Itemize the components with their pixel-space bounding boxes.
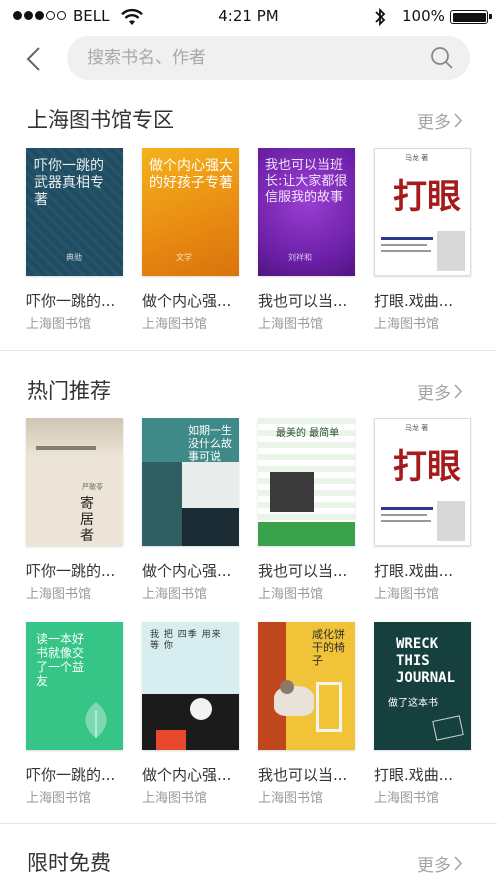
cover-title: 做个内心强大的好孩子专著 [149,158,233,191]
book-card[interactable]: 打眼 马龙 著 打眼.戏曲... 上海图书馆 [374,418,471,602]
book-card[interactable]: 我也可以当班长:让大家都很信服我的故事 刘祥和 我也可以当... 上海图书馆 [258,148,355,332]
cover-author: 马龙 著 [405,154,429,162]
section-title-library: 上海图书馆专区 [27,108,174,132]
book-title: 我也可以当... [258,766,348,784]
cover-title: 咸化饼干的椅子 [312,628,345,667]
book-title: 做个内心强... [142,562,232,580]
book-title: 打眼.戏曲... [374,292,454,310]
more-button-popular[interactable]: 更多 [417,379,463,404]
cover-author: 文学 [176,253,192,262]
cover-title: WRECK THIS JOURNAL [396,636,456,686]
book-source: 上海图书馆 [258,587,324,602]
more-label: 更多 [417,856,451,876]
cover-author: 做了这本书 [388,698,438,709]
book-card[interactable]: 如期一生没什么故事可说 做个内心强... 上海图书馆 [142,418,239,602]
book-source: 上海图书馆 [26,587,92,602]
book-cover: 咸化饼干的椅子 [258,622,355,750]
section-divider [0,350,497,351]
section-title-popular: 热门推荐 [27,379,111,403]
book-source: 上海图书馆 [374,317,440,332]
more-label: 更多 [417,113,451,133]
cover-author: 马龙 著 [405,424,429,432]
cover-title: 我也可以当班长:让大家都很信服我的故事 [265,158,348,205]
book-title: 我也可以当... [258,562,348,580]
book-cover: 打眼 马龙 著 [374,148,471,276]
book-cover: 打眼 马龙 著 [374,418,471,546]
battery-percentage: 100% [402,7,445,25]
book-source: 上海图书馆 [258,791,324,806]
book-source: 上海图书馆 [258,317,324,332]
book-cover: 我也可以当班长:让大家都很信服我的故事 刘祥和 [258,148,355,276]
book-card[interactable]: 咸化饼干的椅子 我也可以当... 上海图书馆 [258,622,355,806]
book-card[interactable]: 做个内心强大的好孩子专著 文学 做个内心强... 上海图书馆 [142,148,239,332]
status-bar: BELL 4:21 PM 100% [0,0,497,34]
section-divider [0,823,497,824]
cover-author: 刘祥和 [288,253,312,262]
book-source: 上海图书馆 [142,587,208,602]
cover-title: 打眼 [393,177,461,217]
book-source: 上海图书馆 [26,791,92,806]
bluetooth-icon [375,7,386,27]
book-card[interactable]: 寄居者 严歌苓 吓你一跳的... 上海图书馆 [26,418,123,602]
book-title: 做个内心强... [142,766,232,784]
book-title: 我也可以当... [258,292,348,310]
book-source: 上海图书馆 [142,317,208,332]
search-icon[interactable] [430,46,454,70]
book-cover: WRECK THIS JOURNAL 做了这本书 [374,622,471,750]
cover-title: 吓你一跳的武器真相专著 [34,158,104,208]
book-card[interactable]: 我 把 四季 用来 等 你 做个内心强... 上海图书馆 [142,622,239,806]
book-title: 做个内心强... [142,292,232,310]
search-input[interactable] [87,36,417,80]
more-label: 更多 [417,384,451,404]
book-cover: 做个内心强大的好孩子专著 文学 [142,148,239,276]
book-title: 打眼.戏曲... [374,562,454,580]
book-cover: 我 把 四季 用来 等 你 [142,622,239,750]
book-cover: 如期一生没什么故事可说 [142,418,239,546]
book-source: 上海图书馆 [26,317,92,332]
search-bar[interactable] [67,36,470,80]
book-title: 打眼.戏曲... [374,766,454,784]
more-button-library[interactable]: 更多 [417,108,463,133]
more-button-free[interactable]: 更多 [417,851,463,876]
book-source: 上海图书馆 [374,791,440,806]
cover-title: 最美的 最简单 [276,428,340,439]
book-title: 吓你一跳的... [26,562,116,580]
book-source: 上海图书馆 [142,791,208,806]
book-title: 吓你一跳的... [26,766,116,784]
book-cover: 吓你一跳的武器真相专著 典勋 [26,148,123,276]
chevron-right-icon [454,384,463,399]
chevron-right-icon [454,113,463,128]
book-card[interactable]: 读一本好书就像交了一个益友 吓你一跳的... 上海图书馆 [26,622,123,806]
battery-icon [450,10,492,24]
cover-title: 寄居者 [80,496,94,544]
back-button[interactable] [16,43,50,75]
chevron-left-icon [26,47,40,71]
book-card[interactable]: 吓你一跳的武器真相专著 典勋 吓你一跳的... 上海图书馆 [26,148,123,332]
book-card[interactable]: WRECK THIS JOURNAL 做了这本书 打眼.戏曲... 上海图书馆 [374,622,471,806]
cover-title: 如期一生没什么故事可说 [188,424,232,463]
leaf-icon [85,702,107,738]
book-card[interactable]: 打眼 马龙 著 打眼.戏曲... 上海图书馆 [374,148,471,332]
book-cover: 寄居者 严歌苓 [26,418,123,546]
chevron-right-icon [454,856,463,871]
book-card[interactable]: 最美的 最简单 我也可以当... 上海图书馆 [258,418,355,602]
header [0,34,497,84]
book-cover: 读一本好书就像交了一个益友 [26,622,123,750]
cover-author: 严歌苓 [82,483,103,491]
book-title: 吓你一跳的... [26,292,116,310]
book-source: 上海图书馆 [374,587,440,602]
cover-title: 读一本好书就像交了一个益友 [36,632,85,688]
section-title-free: 限时免费 [27,851,111,875]
book-cover: 最美的 最简单 [258,418,355,546]
cover-title: 打眼 [393,447,461,487]
cover-author: 典勋 [66,253,82,262]
cover-title: 我 把 四季 用来 等 你 [150,630,222,651]
